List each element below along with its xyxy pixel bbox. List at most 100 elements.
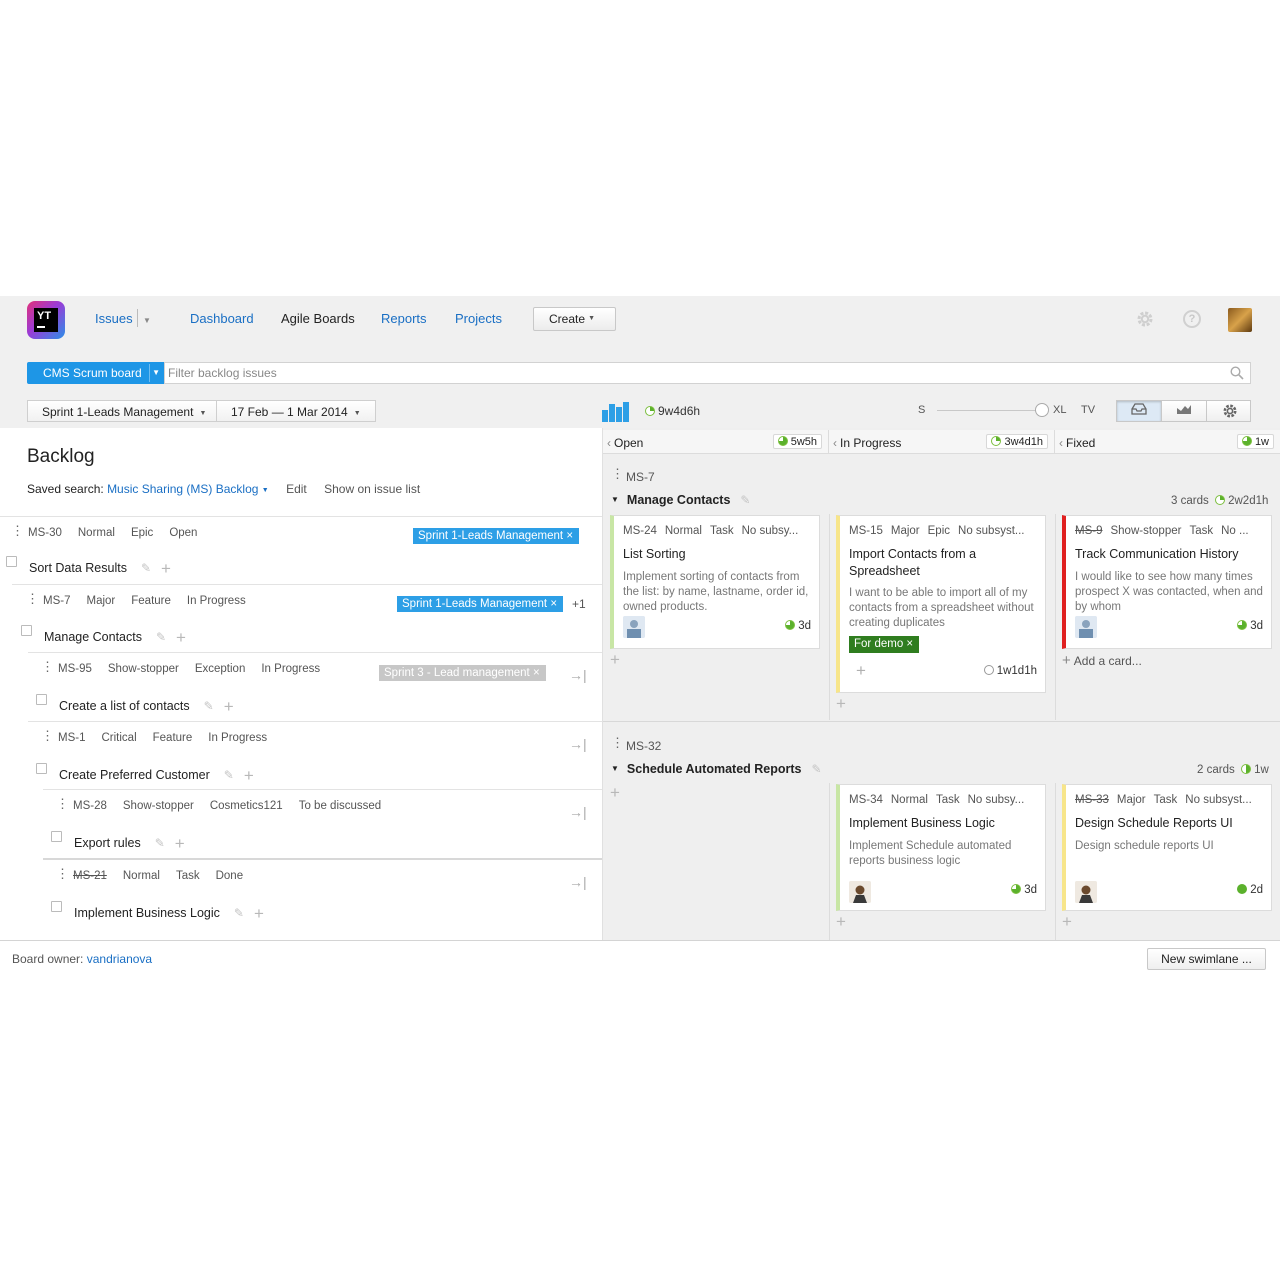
issue-summary[interactable]: Create Preferred Customer [59,768,210,782]
issue-priority[interactable]: Normal [123,870,160,882]
add-card-plus-icon[interactable]: + [1062,912,1072,932]
issue-type[interactable]: Cosmetics121 [210,800,283,812]
backlog-item[interactable]: ⋮ MS-28 Show-stopper Cosmetics121 To be dis… [43,789,602,859]
card-title[interactable]: Track Communication History [1075,546,1267,563]
card-subsystem[interactable]: No subsyst... [958,525,1024,537]
card-priority[interactable]: Major [891,525,920,537]
card-type[interactable]: Task [1189,525,1213,537]
issue-type[interactable]: Exception [195,663,246,675]
issue-summary[interactable]: Manage Contacts [44,630,142,644]
saved-search-link[interactable]: Music Sharing (MS) Backlog [107,482,258,496]
backlog-item[interactable]: ⋮ MS-30 Normal Epic Open Sprint 1-Leads Man… [0,516,602,586]
show-on-issue-list-link[interactable]: Show on issue list [324,482,420,496]
issue-priority[interactable]: Critical [101,732,136,744]
card-size-slider-handle[interactable] [1035,403,1049,417]
issue-id[interactable]: MS-28 [73,800,107,812]
issue-priority[interactable]: Show-stopper [123,800,194,812]
create-button[interactable]: Create ▼ [533,307,616,331]
add-card-plus-icon[interactable]: + [610,650,620,670]
add-card-plus-icon[interactable]: + [610,783,620,803]
card-type[interactable]: Task [1154,794,1178,806]
drag-handle-icon[interactable]: ⋮ [41,729,54,742]
card-size-slider[interactable] [937,410,1037,411]
chevron-down-icon[interactable]: ▼ [262,487,269,494]
issue-checkbox[interactable] [6,556,17,567]
issue-priority[interactable]: Normal [78,527,115,539]
nav-projects[interactable]: Projects [455,311,502,326]
card-subsystem[interactable]: No subsyst... [1185,794,1251,806]
issue-checkbox[interactable] [51,901,62,912]
card-id[interactable]: MS-34 [849,794,883,806]
card-priority[interactable]: Show-stopper [1110,525,1181,537]
issue-priority[interactable]: Major [86,595,115,607]
card-type[interactable]: Task [936,794,960,806]
more-sprints-count[interactable]: +1 [572,597,586,611]
add-subtask-icon[interactable]: + [254,904,264,923]
backlog-view-button[interactable] [1117,401,1162,421]
edit-pencil-icon[interactable]: ✎ [156,630,166,644]
add-card-plus-icon[interactable]: + [836,694,846,714]
move-to-sprint-icon[interactable]: →| [569,804,587,820]
issue-state[interactable]: To be discussed [299,800,381,812]
card-id[interactable]: MS-15 [849,525,883,537]
sprint-dates-selector[interactable]: 17 Feb — 1 Mar 2014 ▼ [217,400,376,422]
new-swimlane-button[interactable]: New swimlane ... [1147,948,1266,970]
nav-dashboard[interactable]: Dashboard [190,311,254,326]
backlog-item[interactable]: ⋮ MS-1 Critical Feature In Progress →| Crea… [28,721,602,791]
card-id[interactable]: MS-24 [623,525,657,537]
issue-id[interactable]: MS-1 [58,732,85,744]
assignee-avatar[interactable] [849,881,871,903]
card-title[interactable]: List Sorting [623,546,815,563]
issue-type[interactable]: Feature [131,595,171,607]
swimlane-issue-id[interactable]: MS-32 [626,739,661,753]
issue-state[interactable]: Open [169,527,197,539]
card-type[interactable]: Task [710,525,734,537]
issue-state[interactable]: Done [216,870,244,882]
nav-agile-boards[interactable]: Agile Boards [281,311,355,326]
card-priority[interactable]: Normal [665,525,702,537]
issue-type[interactable]: Task [176,870,200,882]
sprint-tag[interactable]: Sprint 3 - Lead management × [379,665,546,681]
issue-summary[interactable]: Sort Data Results [29,561,127,575]
add-subtask-icon[interactable]: + [244,766,254,785]
edit-pencil-icon[interactable]: ✎ [141,561,151,575]
remove-tag-icon[interactable]: × [566,530,573,542]
add-subtask-icon[interactable]: + [161,559,171,578]
issue-state[interactable]: In Progress [208,732,267,744]
board-owner-link[interactable]: vandrianova [87,952,152,966]
drag-handle-icon[interactable]: ⋮ [56,867,69,880]
edit-pencil-icon[interactable]: ✎ [234,906,244,920]
settings-gear-icon[interactable] [1136,310,1154,328]
swimlane-name[interactable]: Schedule Automated Reports [627,762,802,776]
column-header-in-progress[interactable]: ‹ In Progress 3w4d1h [829,430,1055,454]
edit-pencil-icon[interactable]: ✎ [204,699,214,713]
issues-dropdown-icon[interactable]: ▼ [143,316,151,325]
swimlane-drag-handle-icon[interactable]: ⋮ [611,735,624,751]
collapse-triangle-icon[interactable]: ▼ [611,764,619,773]
search-icon[interactable] [1230,366,1244,380]
issue-type[interactable]: Feature [153,732,193,744]
user-avatar[interactable] [1228,308,1252,332]
collapse-triangle-icon[interactable]: ▼ [611,495,619,504]
nav-issues[interactable]: Issues [95,311,133,326]
issue-card[interactable]: MS-24 Normal Task No subsy... List Sorting … [610,515,820,649]
column-header-open[interactable]: ‹ Open 5w5h [603,430,829,454]
card-title[interactable]: Implement Business Logic [849,815,1041,832]
card-title[interactable]: Design Schedule Reports UI [1075,815,1267,832]
issue-checkbox[interactable] [21,625,32,636]
issue-state[interactable]: In Progress [187,595,246,607]
issue-id[interactable]: MS-7 [43,595,70,607]
nav-reports[interactable]: Reports [381,311,427,326]
swimlane-drag-handle-icon[interactable]: ⋮ [611,466,624,482]
swimlane-name[interactable]: Manage Contacts [627,493,731,507]
issue-type[interactable]: Epic [131,527,153,539]
add-subtask-icon[interactable]: + [856,661,866,681]
issue-id[interactable]: MS-95 [58,663,92,675]
assignee-avatar[interactable] [1075,881,1097,903]
issue-card[interactable]: MS-33 Major Task No subsyst... Design Sched… [1062,784,1272,911]
collapse-chevron-icon[interactable]: ‹ [1059,436,1063,450]
burndown-chart-icon[interactable] [602,400,630,422]
swimlane-issue-id[interactable]: MS-7 [626,470,655,484]
assignee-avatar[interactable] [623,616,645,638]
tv-mode-button[interactable]: TV [1081,404,1095,416]
